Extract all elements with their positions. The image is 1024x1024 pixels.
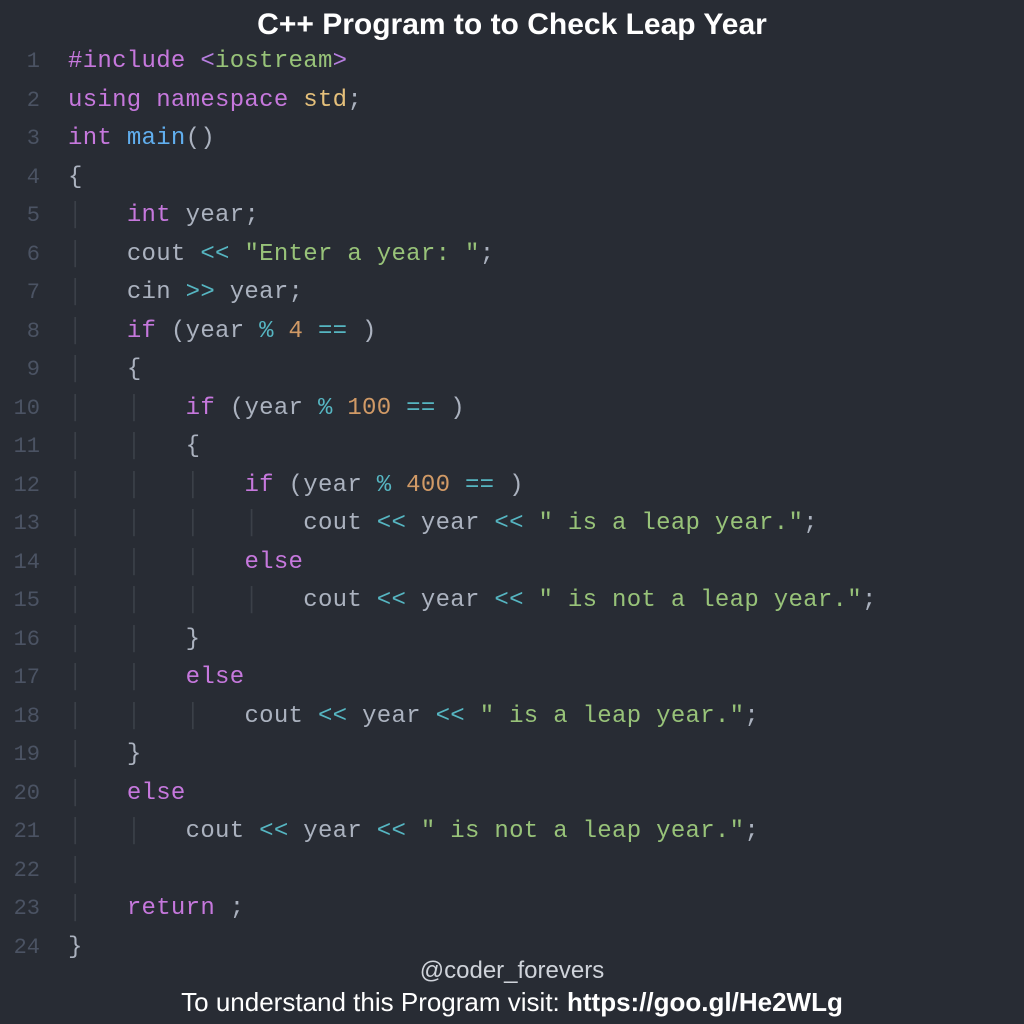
code-line: │ │ │ else bbox=[68, 549, 303, 576]
line-number: 23 bbox=[8, 896, 68, 921]
code-line: │ │ { bbox=[68, 433, 200, 460]
line-number: 22 bbox=[8, 858, 68, 883]
code-line: │ cin >> year; bbox=[68, 279, 303, 306]
line-number: 6 bbox=[8, 242, 68, 267]
code-line: using namespace std; bbox=[68, 87, 362, 114]
code-line: │ } bbox=[68, 741, 142, 768]
line-number: 24 bbox=[8, 935, 68, 960]
line-number: 19 bbox=[8, 742, 68, 767]
code-line: { bbox=[68, 164, 83, 191]
line-number: 20 bbox=[8, 781, 68, 806]
code-line: │ │ cout << year << " is not a leap year… bbox=[68, 818, 759, 845]
line-number: 16 bbox=[8, 627, 68, 652]
line-number: 13 bbox=[8, 511, 68, 536]
author-handle: @coder_forevers bbox=[0, 957, 1024, 985]
footer-text: To understand this Program visit: https:… bbox=[0, 987, 1024, 1024]
code-editor: 1#include <iostream> 2using namespace st… bbox=[0, 48, 1024, 972]
line-number: 7 bbox=[8, 280, 68, 305]
line-number: 9 bbox=[8, 357, 68, 382]
line-number: 3 bbox=[8, 126, 68, 151]
code-line: │ return ; bbox=[68, 895, 244, 922]
code-line: │ │ else bbox=[68, 664, 244, 691]
line-number: 14 bbox=[8, 550, 68, 575]
line-number: 4 bbox=[8, 165, 68, 190]
line-number: 1 bbox=[8, 49, 68, 74]
footer: @coder_forevers To understand this Progr… bbox=[0, 957, 1024, 1024]
page-title: C++ Program to to Check Leap Year bbox=[0, 0, 1024, 48]
code-line: │ cout << "Enter a year: "; bbox=[68, 241, 494, 268]
code-line: int main() bbox=[68, 125, 215, 152]
line-number: 2 bbox=[8, 88, 68, 113]
code-line: │ │ │ if (year % 400 == ) bbox=[68, 472, 524, 499]
line-number: 12 bbox=[8, 473, 68, 498]
line-number: 8 bbox=[8, 319, 68, 344]
line-number: 10 bbox=[8, 396, 68, 421]
code-line: │ │ │ │ cout << year << " is a leap year… bbox=[68, 510, 818, 537]
line-number: 15 bbox=[8, 588, 68, 613]
line-number: 18 bbox=[8, 704, 68, 729]
footer-link[interactable]: https://goo.gl/He2WLg bbox=[567, 987, 843, 1017]
code-line: │ │ if (year % 100 == ) bbox=[68, 395, 465, 422]
line-number: 17 bbox=[8, 665, 68, 690]
code-line: │ int year; bbox=[68, 202, 259, 229]
line-number: 11 bbox=[8, 434, 68, 459]
code-line: #include <iostream> bbox=[68, 48, 347, 75]
code-line: │ else bbox=[68, 780, 186, 807]
code-line: │ │ │ │ cout << year << " is not a leap … bbox=[68, 587, 877, 614]
code-line: │ │ } bbox=[68, 626, 200, 653]
code-line: │ │ │ cout << year << " is a leap year."… bbox=[68, 703, 759, 730]
line-number: 21 bbox=[8, 819, 68, 844]
code-line: │ bbox=[68, 857, 127, 884]
line-number: 5 bbox=[8, 203, 68, 228]
code-line: │ { bbox=[68, 356, 142, 383]
code-line: │ if (year % 4 == ) bbox=[68, 318, 377, 345]
